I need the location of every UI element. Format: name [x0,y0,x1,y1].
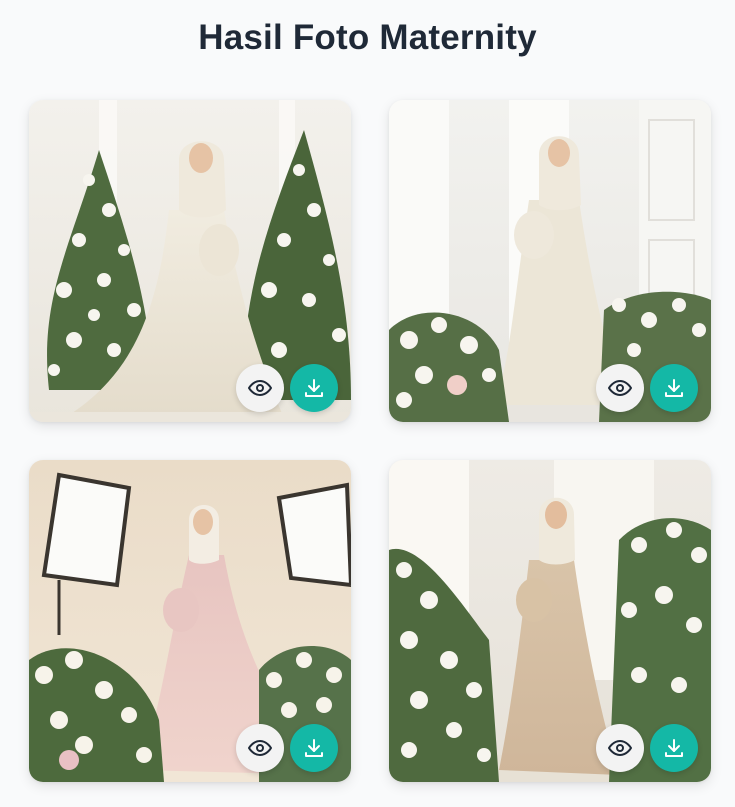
eye-icon [608,380,632,396]
photo-card [29,460,351,782]
page-title: Hasil Foto Maternity [198,18,537,57]
view-button[interactable] [596,364,644,412]
download-icon [665,379,683,397]
view-button[interactable] [236,724,284,772]
eye-icon [248,380,272,396]
view-button[interactable] [596,724,644,772]
photo-card [29,100,351,422]
download-icon [665,739,683,757]
photo-card [389,460,711,782]
download-icon [305,379,323,397]
download-button[interactable] [290,364,338,412]
download-icon [305,739,323,757]
download-button[interactable] [650,364,698,412]
photo-card [389,100,711,422]
download-button[interactable] [290,724,338,772]
download-button[interactable] [650,724,698,772]
view-button[interactable] [236,364,284,412]
eye-icon [248,740,272,756]
eye-icon [608,740,632,756]
